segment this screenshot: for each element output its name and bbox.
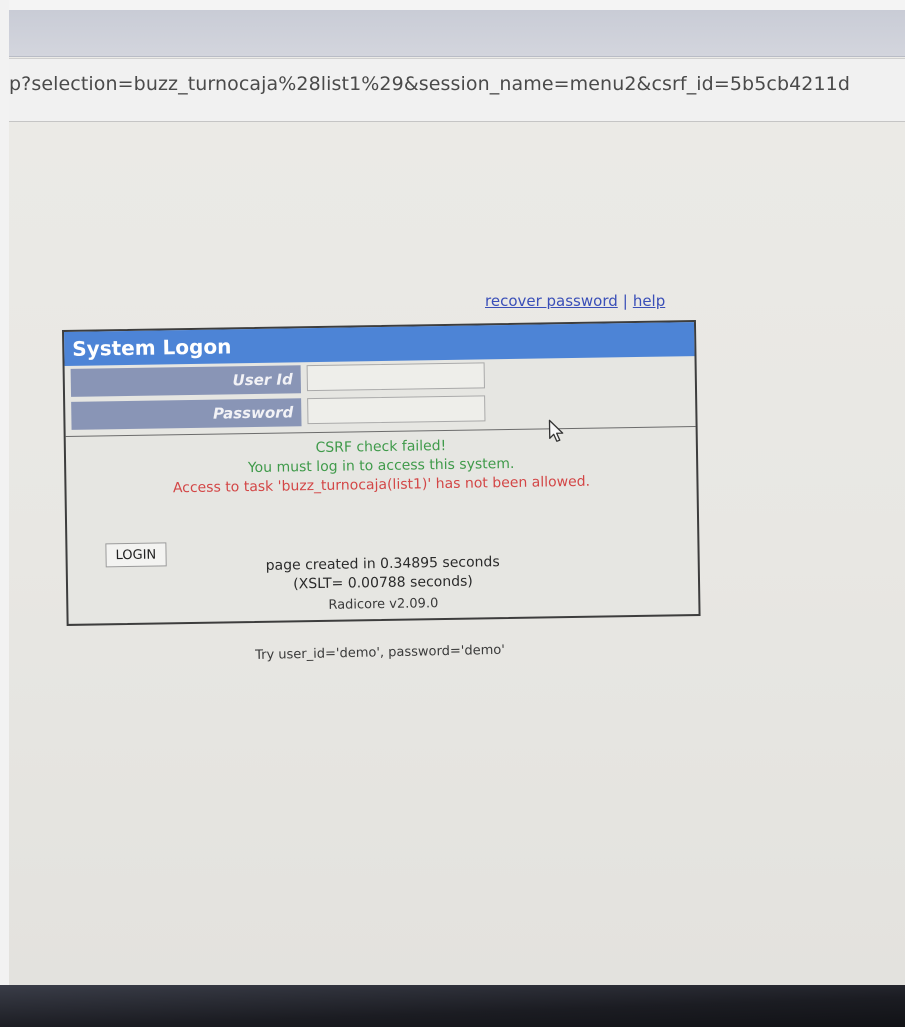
browser-toolbar [9,10,905,57]
photo-edge-top [0,0,905,10]
password-label: Password [71,398,302,430]
link-separator: | [622,292,628,310]
monitor-bezel [0,985,905,1027]
user-id-label: User Id [70,365,302,397]
password-row: Password [65,392,695,432]
photo-edge-left [0,0,9,1027]
address-url[interactable]: p?selection=buzz_turnocaja%28list1%29&se… [9,73,850,95]
logon-panel: System Logon User Id Password CSRF check… [62,320,701,626]
message-area: CSRF check failed! You must log in to ac… [66,433,697,500]
logon-title: System Logon [64,322,695,366]
user-id-input[interactable] [306,362,485,392]
top-links: recover password | help [485,292,665,310]
password-input[interactable] [307,395,486,425]
address-bar[interactable]: p?selection=buzz_turnocaja%28list1%29&se… [9,58,905,123]
recover-password-link[interactable]: recover password [485,292,618,310]
help-link[interactable]: help [633,292,665,310]
